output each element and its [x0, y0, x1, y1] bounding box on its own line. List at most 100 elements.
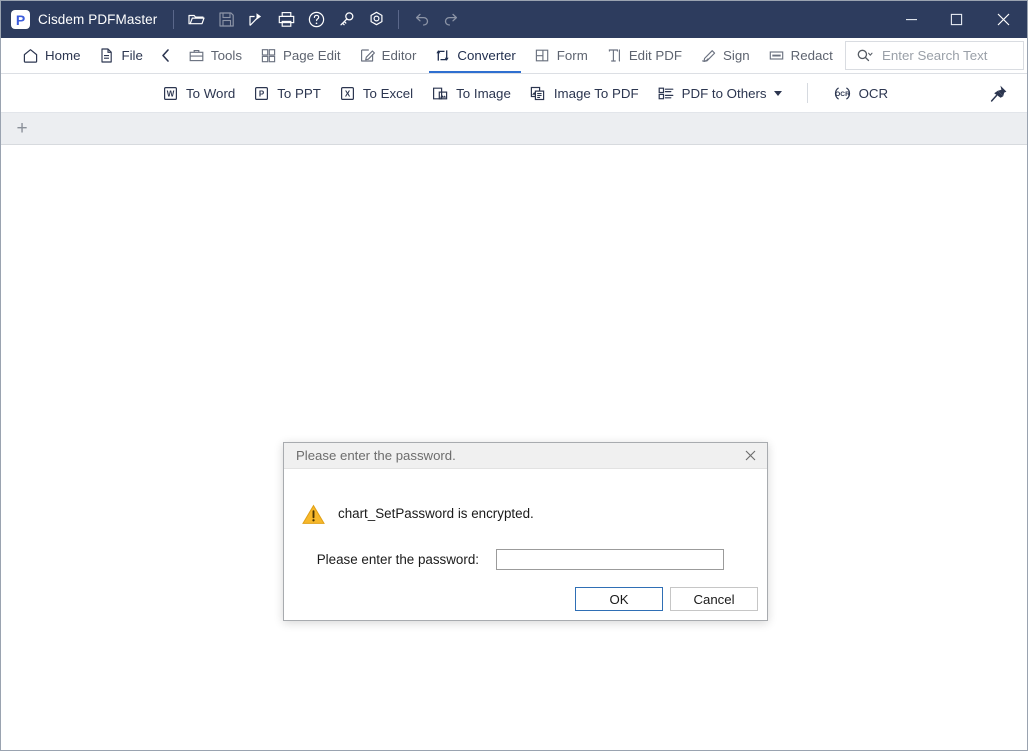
search-input-placeholder[interactable]: Enter Search Text	[882, 48, 987, 63]
sign-icon	[700, 47, 717, 64]
to-excel-label: To Excel	[362, 85, 414, 101]
maximize-button[interactable]	[934, 1, 979, 38]
save-icon[interactable]	[211, 5, 241, 35]
ocr-icon: OCR	[833, 85, 852, 102]
titlebar-divider-2	[398, 10, 400, 29]
menu-item-redact[interactable]: Redact	[759, 38, 842, 73]
home-icon	[22, 47, 39, 64]
settings-icon[interactable]	[361, 5, 391, 35]
password-field-row: Please enter the password:	[284, 549, 767, 570]
converter-toolbar: W To Word P To PPT X To Excel To Image I…	[1, 74, 1027, 113]
menu-item-edit-pdf-label: Edit PDF	[628, 48, 683, 63]
to-word-label: To Word	[186, 85, 236, 101]
menu-item-sign-label: Sign	[723, 48, 750, 63]
ocr-button[interactable]: OCR OCR	[824, 74, 898, 112]
menu-item-file-label: File	[121, 48, 143, 63]
search-dropdown-icon[interactable]	[856, 48, 873, 63]
svg-text:W: W	[167, 89, 175, 98]
image-to-pdf-label: Image To PDF	[553, 85, 639, 101]
menu-item-converter-label: Converter	[457, 48, 516, 63]
dialog-close-icon[interactable]	[739, 446, 761, 466]
image-to-pdf-button[interactable]: Image To PDF	[520, 74, 648, 112]
form-icon	[534, 47, 551, 64]
image-to-pdf-icon	[529, 85, 547, 102]
close-button[interactable]	[979, 1, 1027, 38]
redact-icon	[768, 47, 785, 64]
to-word-button[interactable]: W To Word	[153, 74, 244, 112]
menu-item-sign[interactable]: Sign	[691, 38, 759, 73]
app-logo: P	[11, 10, 30, 29]
menu-item-editor[interactable]: Editor	[350, 38, 426, 73]
minimize-button[interactable]	[889, 1, 934, 38]
application-window: P Cisdem PDFMaster Home File Tools Page …	[0, 0, 1028, 751]
dialog-message-row: chart_SetPassword is encrypted.	[302, 503, 534, 530]
dialog-button-row: OK Cancel	[575, 587, 758, 611]
password-dialog: Please enter the password. chart_SetPass…	[283, 442, 768, 621]
ok-button[interactable]: OK	[575, 587, 663, 611]
ppt-icon: P	[253, 85, 270, 102]
menu-item-converter[interactable]: Converter	[425, 38, 524, 73]
title-bar: P Cisdem PDFMaster	[1, 1, 1027, 38]
to-image-icon	[431, 85, 449, 102]
page-edit-icon	[260, 47, 277, 64]
menu-item-tools-label: Tools	[210, 48, 242, 63]
dialog-body: chart_SetPassword is encrypted. Please e…	[284, 469, 767, 621]
svg-text:OCR: OCR	[835, 91, 850, 98]
converter-icon	[434, 47, 451, 64]
word-icon: W	[162, 85, 179, 102]
menu-item-page-edit[interactable]: Page Edit	[251, 38, 350, 73]
svg-text:X: X	[345, 89, 351, 98]
svg-text:P: P	[259, 89, 265, 98]
menu-item-home[interactable]: Home	[13, 38, 89, 73]
work-area: Drag and drop the files here or click “O…	[1, 145, 1027, 749]
dialog-title-bar: Please enter the password.	[284, 443, 767, 469]
app-title: Cisdem PDFMaster	[38, 12, 158, 27]
cancel-button[interactable]: Cancel	[670, 587, 758, 611]
menu-item-file[interactable]: File	[89, 38, 151, 73]
pdf-to-others-icon	[657, 85, 675, 102]
converter-toolbar-divider	[806, 83, 808, 103]
new-tab-button[interactable]: +	[11, 118, 33, 140]
key-icon[interactable]	[331, 5, 361, 35]
password-field-label: Please enter the password:	[316, 552, 479, 567]
dialog-title: Please enter the password.	[296, 448, 456, 463]
pdf-to-others-button[interactable]: PDF to Others	[648, 74, 791, 112]
menu-bar: Home File Tools Page Edit Editor Convert…	[1, 38, 1027, 74]
menu-item-home-label: Home	[45, 48, 81, 63]
excel-icon: X	[339, 85, 356, 102]
chevron-down-icon[interactable]	[773, 90, 782, 96]
menu-item-edit-pdf[interactable]: Edit PDF	[597, 38, 691, 73]
tab-strip: +	[1, 113, 1027, 145]
undo-icon[interactable]	[406, 5, 436, 35]
menu-item-form-label: Form	[556, 48, 588, 63]
password-input[interactable]	[496, 549, 724, 570]
to-ppt-button[interactable]: P To PPT	[244, 74, 330, 112]
to-image-label: To Image	[456, 85, 511, 101]
file-icon	[98, 47, 115, 64]
print-icon[interactable]	[271, 5, 301, 35]
pdf-to-others-label: PDF to Others	[681, 85, 767, 101]
to-ppt-label: To PPT	[277, 85, 321, 101]
app-logo-letter: P	[15, 11, 26, 28]
pin-icon[interactable]	[988, 83, 1009, 109]
to-excel-button[interactable]: X To Excel	[330, 74, 422, 112]
menu-item-page-edit-label: Page Edit	[282, 48, 341, 63]
menu-item-redact-label: Redact	[790, 48, 833, 63]
window-controls	[889, 1, 1027, 38]
tools-icon	[188, 47, 205, 64]
search-box[interactable]: Enter Search Text	[845, 41, 1024, 70]
help-icon[interactable]	[301, 5, 331, 35]
edit-pdf-icon	[606, 47, 623, 64]
to-image-button[interactable]: To Image	[422, 74, 520, 112]
redo-icon[interactable]	[436, 5, 466, 35]
menu-item-form[interactable]: Form	[525, 38, 597, 73]
warning-icon	[302, 504, 325, 530]
titlebar-divider	[173, 10, 175, 29]
share-icon[interactable]	[241, 5, 271, 35]
menu-collapse-chevron-left[interactable]	[152, 48, 179, 63]
open-file-icon[interactable]	[181, 5, 211, 35]
menu-item-tools[interactable]: Tools	[179, 38, 251, 73]
menu-item-editor-label: Editor	[381, 48, 417, 63]
dialog-message: chart_SetPassword is encrypted.	[338, 506, 534, 521]
ocr-label: OCR	[858, 85, 889, 101]
